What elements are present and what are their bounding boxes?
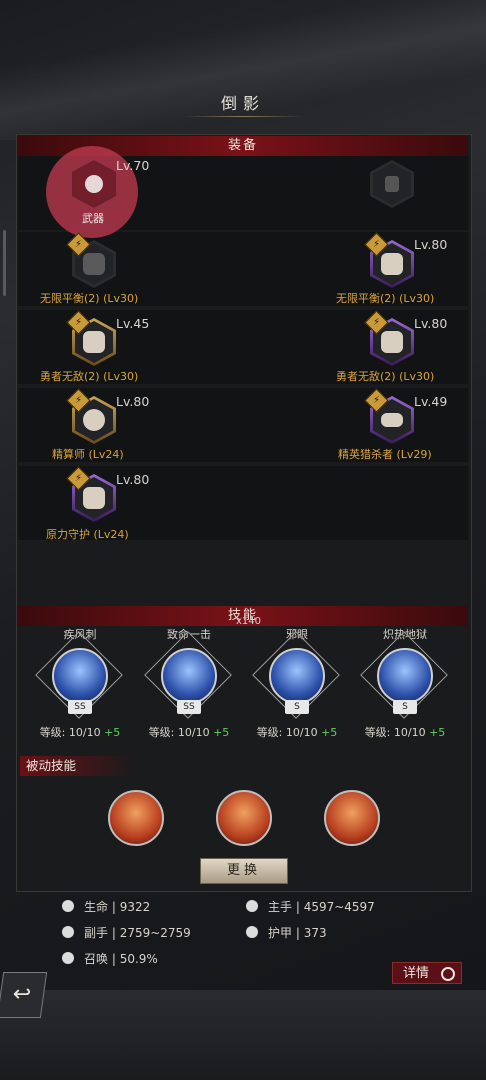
- ring-icon: [83, 409, 105, 431]
- stat-off-hand: 副手 | 2759~2759: [62, 924, 191, 941]
- weapon-label: 武器: [82, 212, 104, 225]
- sword-icon: [246, 900, 258, 912]
- cloak-icon: [83, 487, 105, 509]
- weapon-icon: [85, 175, 103, 193]
- skill-level: 等级: 10/10 +5: [39, 726, 121, 739]
- magnifier-icon: [441, 967, 455, 981]
- skill-level: 等级: 10/10 +5: [364, 726, 446, 739]
- skill-card[interactable]: 疾风刺 SS 等级: 10/10 +5: [30, 626, 130, 740]
- heart-icon: [62, 900, 74, 912]
- equip-caption-r1r: 无限平衡(2) (Lv30): [336, 292, 435, 305]
- equip-caption-r1l: 无限平衡(2) (Lv30): [40, 292, 139, 305]
- sword-burst-icon: SS: [144, 631, 232, 719]
- equip-level-r4l: Lv.80: [116, 472, 150, 487]
- equip-caption-r2r: 勇者无敌(2) (Lv30): [336, 370, 435, 383]
- eye-icon: S: [252, 631, 340, 719]
- skill-grade: SS: [177, 700, 201, 714]
- equip-level-r3l: Lv.80: [116, 394, 150, 409]
- bottom-bar: [0, 990, 486, 1080]
- spear-icon: SS: [35, 631, 123, 719]
- back-button[interactable]: ↩: [0, 972, 48, 1018]
- skill-card[interactable]: 邪眼 S 等级: 10/10 +5: [247, 626, 347, 740]
- helmet-icon: [83, 253, 105, 275]
- shield-flame-icon[interactable]: [108, 790, 164, 846]
- equip-level-r2l: Lv.45: [116, 316, 150, 331]
- stat-summon: 召唤 | 50.9%: [62, 950, 158, 967]
- skill-grade: S: [393, 700, 417, 714]
- armor-icon: [246, 926, 258, 938]
- gauntlet-icon: [83, 331, 105, 353]
- armor-icon: [381, 253, 403, 275]
- skill-level: 等级: 10/10 +5: [256, 726, 338, 739]
- stat-hp: 生命 | 9322: [62, 898, 150, 915]
- flame-icon: S: [360, 631, 448, 719]
- bracelet-icon: [381, 413, 403, 427]
- stat-main-hand: 主手 | 4597~4597: [246, 898, 375, 915]
- equip-caption-r3r: 精英猎杀者 (Lv29): [338, 448, 432, 461]
- change-skill-button[interactable]: 更换: [200, 858, 288, 884]
- skill-grade: SS: [68, 700, 92, 714]
- dagger-icon: [62, 926, 74, 938]
- equip-caption-r4l: 原力守护 (Lv24): [46, 528, 129, 541]
- skill-level: 等级: 10/10 +5: [148, 726, 230, 739]
- skill-card[interactable]: 炽热地狱 S 等级: 10/10 +5: [355, 626, 455, 740]
- skill-grade: S: [285, 700, 309, 714]
- title-divider: [183, 116, 303, 117]
- scrollbar[interactable]: [3, 230, 6, 296]
- skill-card[interactable]: 致命一击 SS 等级: 10/10 +5: [139, 626, 239, 740]
- equip-level-r3r: Lv.49: [414, 394, 448, 409]
- sun-moon-icon[interactable]: [216, 790, 272, 846]
- equip-level-r1r: Lv.80: [414, 237, 448, 252]
- summon-icon: [62, 952, 74, 964]
- equip-caption-r3l: 精算师 (Lv24): [52, 448, 124, 461]
- page-title: 倒影: [220, 94, 265, 113]
- back-arrow-icon: ↩: [12, 982, 32, 1007]
- passive-skills-header: 被动技能: [20, 756, 136, 776]
- boots-icon: [381, 331, 403, 353]
- weapon-level: Lv.70: [116, 158, 150, 173]
- shield-icon: [385, 176, 399, 192]
- background-streak: [0, 0, 486, 140]
- detail-button[interactable]: 详情: [392, 962, 462, 984]
- stat-armor: 护甲 | 373: [246, 924, 327, 941]
- crossed-swords-icon[interactable]: [324, 790, 380, 846]
- equip-level-r2r: Lv.80: [414, 316, 448, 331]
- equip-caption-r2l: 勇者无敌(2) (Lv30): [40, 370, 139, 383]
